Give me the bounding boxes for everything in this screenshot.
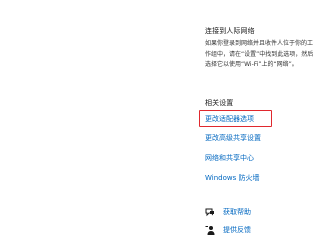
windows-firewall-link[interactable]: Windows 防火墙 <box>205 173 259 183</box>
feedback-person-icon <box>205 226 215 235</box>
highlight-box <box>199 110 272 127</box>
get-help-link[interactable]: 获取帮助 <box>223 207 251 217</box>
network-section-title: 连接到人际网络 <box>205 27 255 35</box>
network-sharing-center-link[interactable]: 网络和共享中心 <box>205 153 254 163</box>
related-settings-title: 相关设置 <box>205 99 234 107</box>
chat-help-icon <box>205 208 214 217</box>
give-feedback-link[interactable]: 提供反馈 <box>223 225 251 235</box>
advanced-sharing-settings-link[interactable]: 更改高级共享设置 <box>205 133 261 143</box>
network-section-description: 如果你登录到网络并且收件人位于你的工作组中，请在“设置”中找到此选项，然后选择它… <box>205 40 314 68</box>
